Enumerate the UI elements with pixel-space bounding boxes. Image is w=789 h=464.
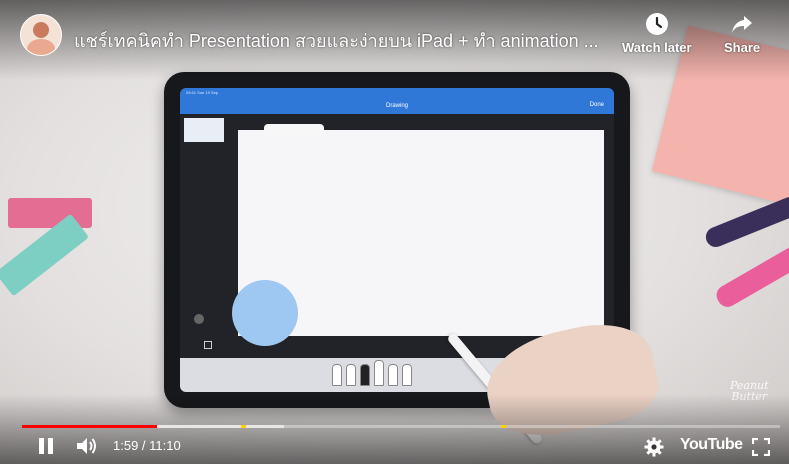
ipad-status-time: 09:41 Sun 19 Sep [186, 90, 219, 95]
lasso-tool-icon [388, 364, 398, 386]
pink-marker [712, 243, 789, 311]
chapter-marker [501, 425, 507, 428]
avatar-head [33, 22, 49, 38]
youtube-logo-button[interactable]: YouTube [680, 436, 743, 454]
fullscreen-icon [751, 437, 771, 457]
pause-button[interactable] [38, 437, 54, 460]
clock-icon [645, 13, 668, 35]
share-button[interactable]: Share [724, 12, 760, 55]
channel-avatar[interactable] [20, 14, 62, 56]
gear-icon [644, 437, 664, 457]
ipad-screen-title: Drawing [385, 103, 408, 109]
settings-button[interactable] [644, 437, 664, 462]
volume-icon [77, 438, 96, 454]
pause-icon [39, 438, 53, 454]
marker-tool-icon [346, 364, 356, 386]
share-label: Share [724, 40, 761, 55]
volume-button[interactable] [76, 436, 98, 461]
avatar-body [27, 39, 55, 55]
watch-later-label: Watch later [622, 40, 692, 55]
ipad-done-label: Done [589, 102, 604, 108]
color-dot-icon [194, 314, 204, 324]
dark-marker [702, 193, 789, 251]
progress-bar[interactable] [22, 425, 780, 428]
blue-paint-blob [232, 280, 298, 346]
video-player[interactable]: 09:41 Sun 19 Sep Drawing Done Peanut Bu [0, 0, 789, 464]
ipad-app-bar: 09:41 Sun 19 Sep Drawing Done [180, 88, 614, 114]
pen-tool-icon [332, 364, 342, 386]
slide-thumbnail [184, 118, 224, 142]
share-arrow-icon [732, 16, 753, 33]
bottom-gradient [0, 394, 789, 464]
chapter-marker [241, 425, 247, 428]
eraser-tool-icon [374, 360, 384, 386]
progress-played [22, 425, 157, 428]
video-title[interactable]: แชร์เทคนิคทำ Presentation สวยและง่ายบน i… [74, 26, 599, 55]
pink-highlighter [8, 198, 92, 228]
fullscreen-button[interactable] [751, 437, 771, 461]
ruler-tool-icon [402, 364, 412, 386]
add-square-icon [204, 341, 212, 349]
time-display: 1:59 / 11:10 [113, 438, 181, 453]
watch-later-button[interactable]: Watch later [622, 12, 692, 55]
paint-smudge [264, 124, 324, 134]
pencil-tool-icon [360, 364, 370, 386]
